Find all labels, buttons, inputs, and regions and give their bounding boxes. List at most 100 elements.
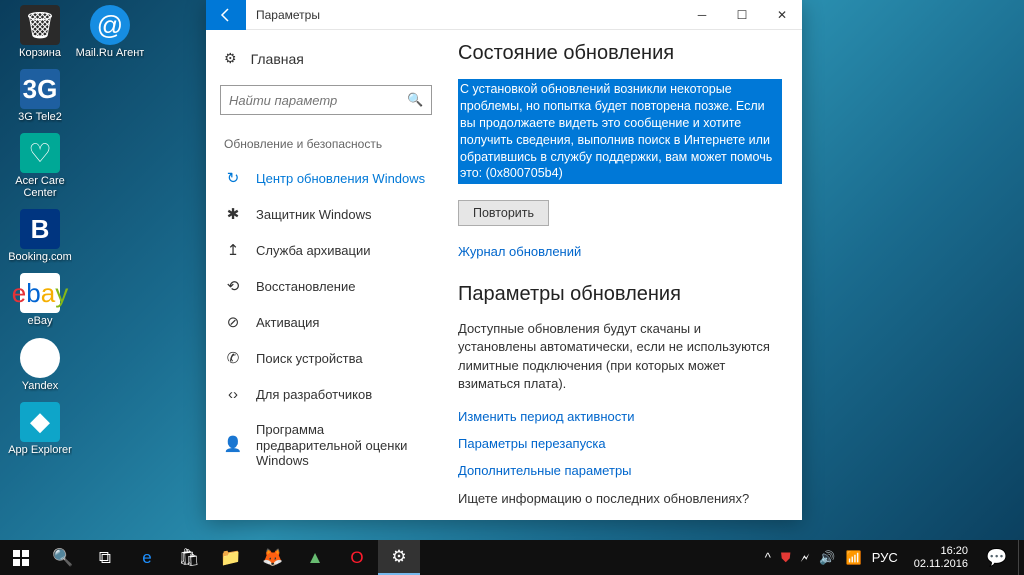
shield-icon: ▲ <box>307 548 324 568</box>
tray-wifi-icon[interactable]: 📶 <box>846 550 862 566</box>
restart-options-link[interactable]: Параметры перезапуска <box>458 436 782 451</box>
desktop-icon-label: 3G Tele2 <box>18 111 62 123</box>
search-icon: 🔍 <box>407 92 423 108</box>
nav-label: Защитник Windows <box>256 207 371 223</box>
desktop-icon-app-explorer[interactable]: ◆ App Explorer <box>5 402 75 456</box>
task-view-button[interactable]: ⧉ <box>84 540 126 575</box>
update-history-link[interactable]: Журнал обновлений <box>458 244 782 259</box>
firefox-icon: 🦊 <box>262 548 283 568</box>
desktop-icons-col1: 🗑 Корзина 3G 3G Tele2 ♡ Acer Care Center… <box>0 0 200 461</box>
desktop-icon-3g-tele2[interactable]: 3G 3G Tele2 <box>5 69 75 123</box>
app-icon: B <box>20 209 60 249</box>
taskbar-store[interactable]: 🛍 <box>168 540 210 575</box>
nav-label: Служба архивации <box>256 243 371 259</box>
search-button[interactable]: 🔍 <box>42 540 84 575</box>
desktop-icon-label: App Explorer <box>8 444 72 456</box>
window-title: Параметры <box>246 8 682 22</box>
change-active-hours-link[interactable]: Изменить период активности <box>458 409 782 424</box>
nav-label: Восстановление <box>256 279 355 295</box>
retry-button[interactable]: Повторить <box>458 200 549 226</box>
taskbar-spacer <box>420 540 757 575</box>
clock-time: 16:20 <box>940 545 968 557</box>
folder-icon: 📁 <box>220 548 241 568</box>
taskbar-adguard[interactable]: ▲ <box>294 540 336 575</box>
store-icon: 🛍 <box>178 548 200 568</box>
backup-icon: ↥ <box>224 242 242 260</box>
notification-icon: 💬 <box>986 548 1007 568</box>
action-center-button[interactable]: 💬 <box>976 540 1018 575</box>
desktop-icon-label: Mail.Ru Агент <box>76 47 145 59</box>
tray-volume-icon[interactable]: 🔊 <box>819 550 835 566</box>
desktop-icon-booking[interactable]: B Booking.com <box>5 209 75 263</box>
taskbar-firefox[interactable]: 🦊 <box>252 540 294 575</box>
nav-developers[interactable]: ‹› Для разработчиков <box>206 377 446 413</box>
back-button[interactable] <box>206 0 246 30</box>
nav-backup[interactable]: ↥ Служба архивации <box>206 233 446 269</box>
taskbar-explorer[interactable]: 📁 <box>210 540 252 575</box>
code-icon: ‹› <box>224 386 242 404</box>
section-label: Обновление и безопасность <box>206 129 446 161</box>
nav-find-device[interactable]: ✆ Поиск устройства <box>206 341 446 377</box>
system-tray: ^ ⛊ 🗲 🔊 📶 РУС <box>757 540 906 575</box>
maximize-button[interactable]: ☐ <box>722 0 762 30</box>
nav-recovery[interactable]: ⟲ Восстановление <box>206 269 446 305</box>
gear-icon: ⚙ <box>224 50 237 67</box>
desktop-icon-recycle-bin[interactable]: 🗑 Корзина <box>5 5 75 59</box>
nav-label: Программа предварительной оценки Windows <box>256 422 428 469</box>
taskview-icon: ⧉ <box>99 548 111 568</box>
desktop-icon-acer-care[interactable]: ♡ Acer Care Center <box>5 133 75 199</box>
minimize-button[interactable]: ─ <box>682 0 722 30</box>
taskbar-edge[interactable]: e <box>126 540 168 575</box>
app-icon: 3G <box>20 69 60 109</box>
desktop-icon-label: eBay <box>27 315 52 327</box>
taskbar-opera[interactable]: O <box>336 540 378 575</box>
recycle-bin-icon: 🗑 <box>20 5 60 45</box>
close-button[interactable]: ✕ <box>762 0 802 30</box>
tray-language[interactable]: РУС <box>872 550 898 565</box>
taskbar-clock[interactable]: 16:20 02.11.2016 <box>906 540 976 575</box>
search-input[interactable] <box>229 93 407 108</box>
tray-security-icon[interactable]: ⛊ <box>781 550 791 566</box>
gear-icon: ⚙ <box>391 547 406 567</box>
desktop-icon-yandex[interactable]: Я Yandex <box>5 338 75 392</box>
person-icon: 👤 <box>224 436 242 454</box>
desktop-icon-mailru[interactable]: @ Mail.Ru Агент <box>75 5 145 59</box>
desktop-icon-ebay[interactable]: ebay eBay <box>5 273 75 327</box>
clock-date: 02.11.2016 <box>914 558 968 570</box>
app-icon: @ <box>90 5 130 45</box>
taskbar-settings[interactable]: ⚙ <box>378 540 420 575</box>
nav-insider[interactable]: 👤 Программа предварительной оценки Windo… <box>206 413 446 478</box>
app-icon: ♡ <box>20 133 60 173</box>
show-desktop-button[interactable] <box>1018 540 1024 575</box>
tray-battery-icon[interactable]: 🗲 <box>801 550 810 566</box>
sync-icon: ↻ <box>224 170 242 188</box>
start-button[interactable] <box>0 540 42 575</box>
settings-window: Параметры ─ ☐ ✕ ⚙ Главная 🔍 Обновление и… <box>206 0 802 520</box>
app-icon: ebay <box>20 273 60 313</box>
update-status-heading: Состояние обновления <box>458 42 782 65</box>
nav-activation[interactable]: ⊘ Активация <box>206 305 446 341</box>
opera-icon: O <box>350 548 363 568</box>
nav-windows-update[interactable]: ↻ Центр обновления Windows <box>206 161 446 197</box>
content-pane: Состояние обновления С установкой обновл… <box>446 30 802 520</box>
tray-chevron-up-icon[interactable]: ^ <box>765 550 771 565</box>
nav-label: Активация <box>256 315 319 331</box>
home-label: Главная <box>251 51 304 67</box>
shield-icon: ✱ <box>224 206 242 224</box>
update-settings-para: Доступные обновления будут скачаны и уст… <box>458 320 782 393</box>
update-settings-heading: Параметры обновления <box>458 283 782 306</box>
update-error-message[interactable]: С установкой обновлений возникли некотор… <box>458 79 782 184</box>
desktop-icon-label: Yandex <box>22 380 59 392</box>
advanced-options-link[interactable]: Дополнительные параметры <box>458 463 782 478</box>
sidebar-home[interactable]: ⚙ Главная <box>206 42 446 75</box>
desktop-icon-label: Корзина <box>19 47 61 59</box>
app-icon: Я <box>20 338 60 378</box>
search-box[interactable]: 🔍 <box>220 85 432 115</box>
nav-label: Для разработчиков <box>256 387 372 403</box>
desktop-icon-label: Booking.com <box>8 251 72 263</box>
app-icon: ◆ <box>20 402 60 442</box>
nav-defender[interactable]: ✱ Защитник Windows <box>206 197 446 233</box>
windows-icon <box>13 550 29 566</box>
titlebar: Параметры ─ ☐ ✕ <box>206 0 802 30</box>
history-icon: ⟲ <box>224 278 242 296</box>
